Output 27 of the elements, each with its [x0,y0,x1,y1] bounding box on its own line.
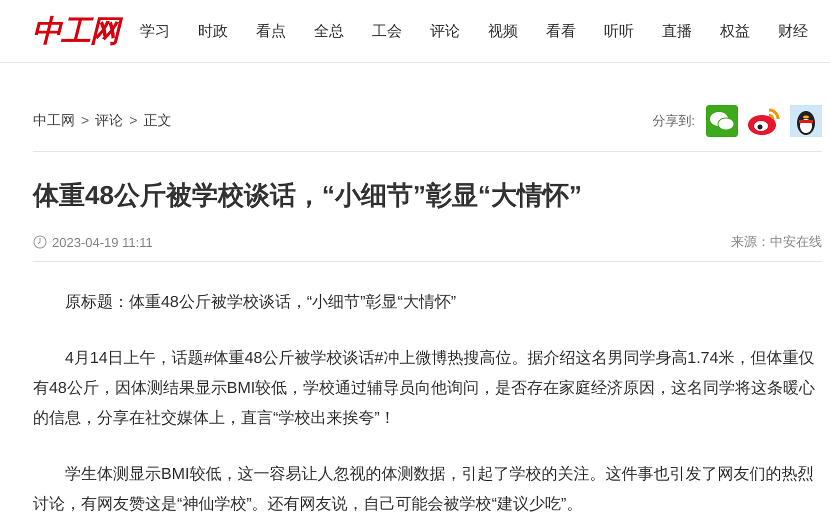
nav-link[interactable]: 学习 [140,22,170,40]
nav-link[interactable]: 时政 [198,22,228,40]
site-logo[interactable]: 中工网 [32,10,140,52]
nav-link[interactable]: 视频 [488,22,518,40]
nav-link[interactable]: 看点 [256,22,286,40]
nav-link[interactable]: 财经 [778,22,808,40]
nav-link[interactable]: 权益 [720,22,750,40]
breadcrumb-separator: > [81,112,90,130]
article-source: 来源：中安在线 [731,233,822,251]
article-paragraph: 原标题：体重48公斤被学校谈话，“小细节”彰显“大情怀” [64,292,458,313]
nav-link[interactable]: 直播 [662,22,692,40]
nav-link[interactable]: 听听 [604,22,634,40]
publish-date: 2023-04-19 11:11 [52,234,153,250]
nav-link[interactable]: 看看 [546,22,576,40]
share-label: 分享到: [652,112,695,130]
article-paragraph: 4月14日上午，话题#体重48公斤被学校谈话#冲上微博热搜高位。据介绍这名男同学身高1.74米，但体重仅有48公斤，因体测结果显示BMI较低，学校通过辅导员向他询问，是否存在家庭经济原因，这名同学将这条暖心的信息，分享在社交媒体上，直言“学校出来挨夸”！ [33,348,816,429]
breadcrumb-link[interactable]: 评论 [95,112,124,130]
breadcrumb-separator: > [129,112,138,130]
nav-link[interactable]: 评论 [430,22,460,40]
penguin-icon[interactable] [790,105,822,137]
breadcrumb-link[interactable]: 中工网 [33,112,75,130]
nav-link[interactable]: 全总 [314,22,344,40]
nav-link[interactable]: 工会 [372,22,402,40]
chat-bubbles-icon[interactable] [706,105,738,137]
article-title: 体重48公斤被学校谈话，“小细节”彰显“大情怀” [33,179,583,212]
clock-icon [33,235,47,249]
article-paragraph: 学生体测显示BMI较低，这一容易让人忽视的体测数据，引起了学校的关注。这件事也引发了网友们的热烈讨论，有网友赞这是“神仙学校”。还有网友说，自己可能会被学校“建议少吃”。 [33,464,814,515]
